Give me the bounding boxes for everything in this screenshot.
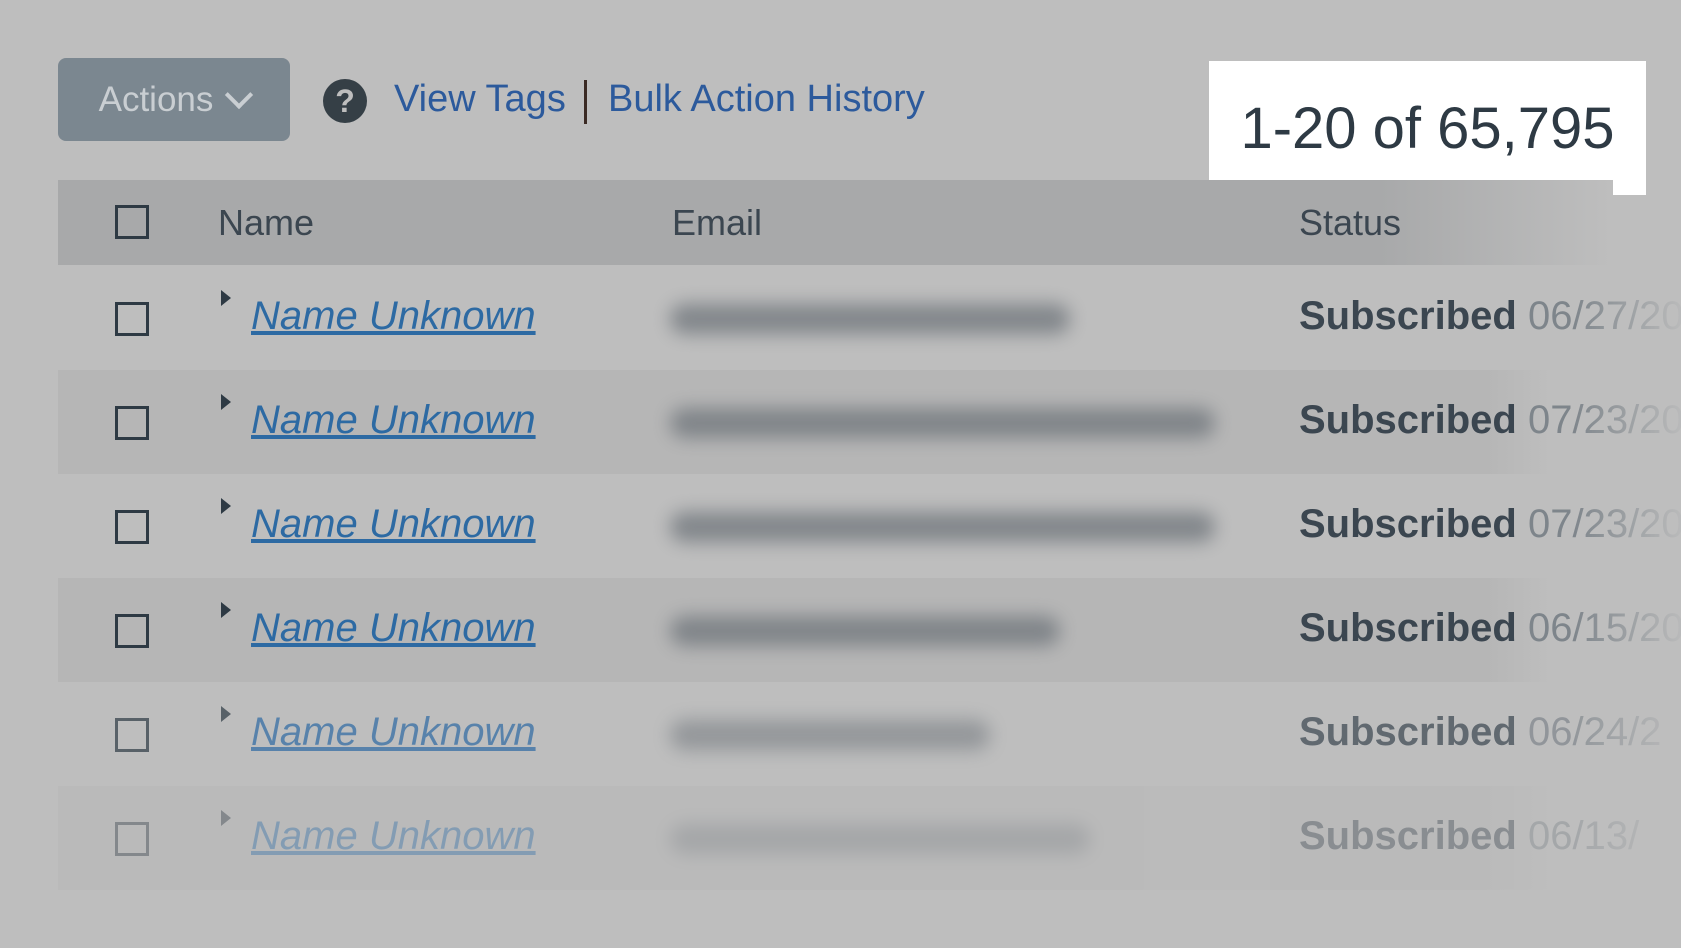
status-date: 06/13/ — [1527, 814, 1640, 858]
contact-name-link[interactable]: Name Unknown — [251, 814, 536, 859]
status-cell: Subscribed 07/23/20 — [1299, 398, 1681, 443]
table-row: Name Unknown Subscribed 06/13/ — [58, 786, 1681, 890]
column-header-name[interactable]: Name — [218, 202, 314, 244]
status-label: Subscribed — [1299, 502, 1517, 546]
email-redacted — [670, 408, 1215, 438]
status-cell: Subscribed 06/13/ — [1299, 814, 1681, 859]
expand-caret-icon[interactable] — [221, 498, 231, 514]
expand-caret-icon[interactable] — [221, 706, 231, 722]
contact-name-link[interactable]: Name Unknown — [251, 398, 536, 443]
status-cell: Subscribed 06/27/20 — [1299, 294, 1681, 339]
contact-name-link[interactable]: Name Unknown — [251, 294, 536, 339]
row-checkbox[interactable] — [115, 302, 149, 336]
bulk-action-history-link[interactable]: Bulk Action History — [608, 78, 925, 121]
email-redacted — [670, 720, 990, 750]
status-date: 06/24/2 — [1527, 710, 1662, 754]
expand-caret-icon[interactable] — [221, 394, 231, 410]
status-label: Subscribed — [1299, 606, 1517, 650]
status-cell: Subscribed 06/24/2 — [1299, 710, 1681, 755]
status-date: 06/27/20 — [1527, 294, 1681, 338]
status-label: Subscribed — [1299, 814, 1517, 858]
table-header: Name Email Status — [58, 180, 1613, 265]
pagination-count: 1-20 of 65,795 — [1209, 61, 1646, 195]
status-cell: Subscribed 07/23/20 — [1299, 502, 1681, 547]
email-redacted — [670, 616, 1060, 646]
status-cell: Subscribed 06/15/20 — [1299, 606, 1681, 651]
row-checkbox[interactable] — [115, 614, 149, 648]
contact-name-link[interactable]: Name Unknown — [251, 502, 536, 547]
status-label: Subscribed — [1299, 398, 1517, 442]
expand-caret-icon[interactable] — [221, 290, 231, 306]
actions-label: Actions — [98, 79, 214, 119]
contact-name-link[interactable]: Name Unknown — [251, 606, 536, 651]
column-header-email[interactable]: Email — [672, 202, 762, 244]
row-checkbox[interactable] — [115, 822, 149, 856]
contact-name-link[interactable]: Name Unknown — [251, 710, 536, 755]
view-tags-link[interactable]: View Tags — [394, 78, 566, 121]
question-circle-icon[interactable]: ? — [323, 79, 367, 123]
status-date: 07/23/20 — [1527, 398, 1681, 442]
select-all-checkbox[interactable] — [115, 205, 149, 239]
table-row: Name Unknown Subscribed 06/15/20 — [58, 578, 1681, 682]
status-date: 07/23/20 — [1527, 502, 1681, 546]
email-redacted — [670, 512, 1215, 542]
actions-button[interactable]: Actions — [58, 58, 290, 141]
status-date: 06/15/20 — [1527, 606, 1681, 650]
table-row: Name Unknown Subscribed 07/23/20 — [58, 474, 1681, 578]
status-label: Subscribed — [1299, 294, 1517, 338]
link-separator — [584, 80, 587, 124]
email-redacted — [670, 824, 1090, 854]
row-checkbox[interactable] — [115, 510, 149, 544]
column-header-status[interactable]: Status — [1299, 202, 1401, 244]
chevron-down-icon — [225, 80, 254, 109]
table-row: Name Unknown Subscribed 06/27/20 — [58, 266, 1681, 370]
email-redacted — [670, 304, 1070, 334]
table-row: Name Unknown Subscribed 06/24/2 — [58, 682, 1681, 786]
row-checkbox[interactable] — [115, 718, 149, 752]
row-checkbox[interactable] — [115, 406, 149, 440]
expand-caret-icon[interactable] — [221, 602, 231, 618]
table-row: Name Unknown Subscribed 07/23/20 — [58, 370, 1681, 474]
status-label: Subscribed — [1299, 710, 1517, 754]
expand-caret-icon[interactable] — [221, 810, 231, 826]
